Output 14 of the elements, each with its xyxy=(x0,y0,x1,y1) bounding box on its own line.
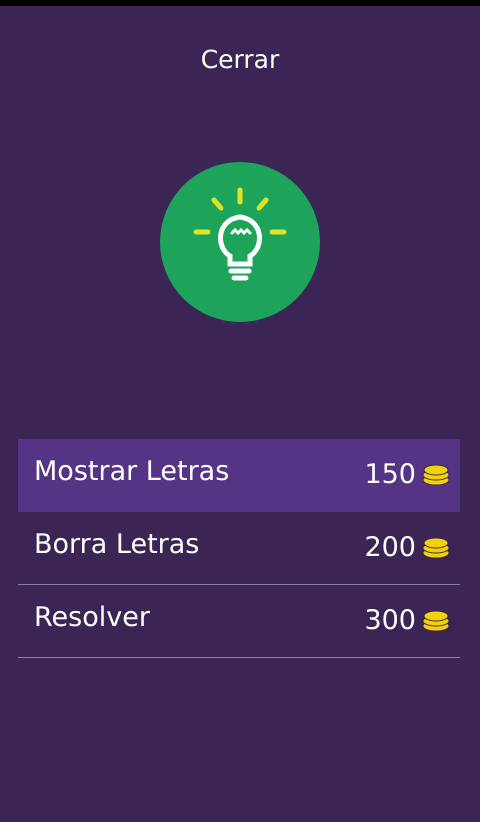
lightbulb-icon xyxy=(160,162,320,322)
option-row[interactable]: Borra Letras 200 xyxy=(18,512,460,585)
close-button[interactable]: Cerrar xyxy=(196,44,284,76)
option-price: 300 xyxy=(364,604,416,638)
option-row[interactable]: Resolver 300 xyxy=(18,585,460,658)
coins-icon xyxy=(422,610,450,632)
coins-icon xyxy=(422,464,450,486)
coins-icon xyxy=(422,537,450,559)
option-price: 200 xyxy=(364,530,416,565)
option-label: Borra Letras xyxy=(34,528,200,562)
option-price: 150 xyxy=(364,458,416,492)
option-label: Resolver xyxy=(34,600,150,635)
option-row[interactable]: Mostrar Letras 150 xyxy=(18,439,460,512)
option-label: Mostrar Letras xyxy=(34,454,230,489)
